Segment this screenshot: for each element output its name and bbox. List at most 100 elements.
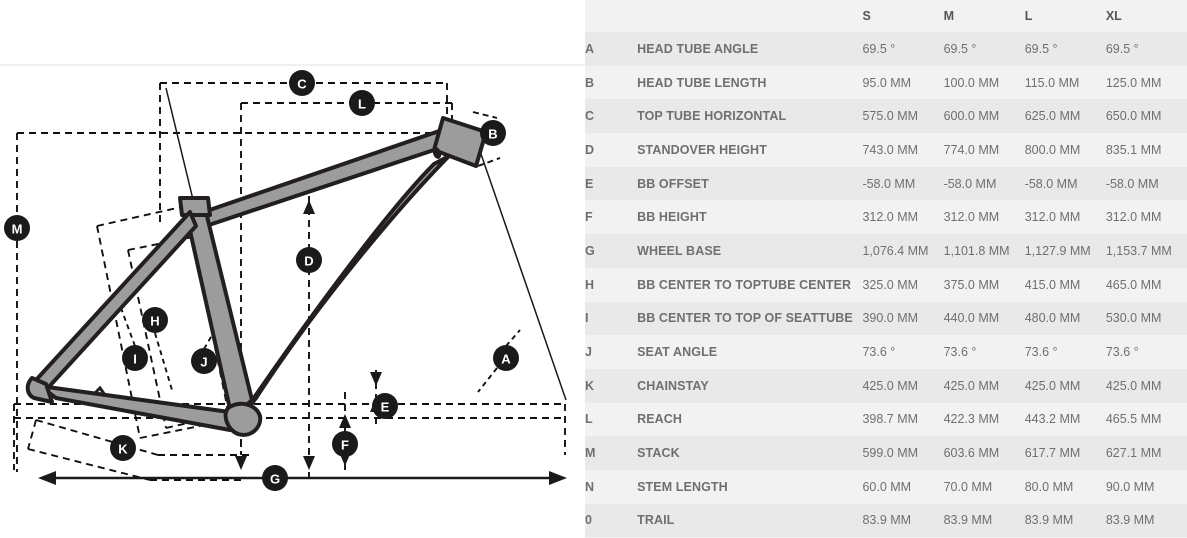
row-value: 603.6 MM — [943, 446, 1000, 461]
row-label: HEAD TUBE LENGTH — [637, 75, 767, 90]
row-value: 599.0 MM — [862, 446, 919, 461]
row-key: I — [585, 311, 589, 326]
row-value: 115.0 MM — [1024, 75, 1080, 90]
row-label: STANDOVER HEIGHT — [637, 142, 767, 157]
row-value: 73.6 ° — [943, 345, 977, 360]
seat-stay — [34, 210, 198, 392]
diagram-label-i: I — [122, 345, 148, 371]
row-value: 312.0 MM — [1024, 210, 1081, 225]
row-value: 800.0 MM — [1024, 142, 1081, 157]
row-key: H — [585, 277, 595, 292]
bottom-bracket-shell — [223, 401, 263, 437]
diagram-label-a: A — [493, 345, 519, 371]
row-value: 312.0 MM — [943, 210, 1000, 225]
header-key-col — [585, 0, 638, 32]
row-value: 83.9 MM — [1024, 513, 1074, 528]
row-key: E — [585, 176, 594, 191]
row-key: 0 — [585, 513, 592, 528]
row-value: 425.0 MM — [1024, 378, 1081, 393]
table-row: G WHEEL BASE 1,076.4 MM 1,101.8 MM 1,127.9 M… — [585, 234, 1187, 268]
header-size-m: M — [943, 0, 1025, 32]
d-arrow-up — [303, 200, 315, 214]
wheelbase-dimension-arrow — [38, 471, 567, 485]
g-tick-mid — [303, 456, 315, 470]
row-value: 530.0 MM — [1105, 311, 1162, 326]
diagram-label-m: M — [4, 215, 30, 241]
row-value: 83.9 MM — [943, 513, 993, 528]
row-key: J — [585, 345, 592, 360]
row-value: 312.0 MM — [862, 210, 919, 225]
row-label: BB CENTER TO TOPTUBE CENTER — [637, 277, 852, 292]
top-tube — [196, 126, 454, 230]
diagram-label-h: H — [142, 307, 168, 333]
f-arrow-up — [339, 414, 351, 428]
row-key: B — [585, 75, 595, 90]
row-value: 398.7 MM — [862, 412, 919, 427]
row-value: 100.0 MM — [943, 75, 1000, 90]
row-value: 617.7 MM — [1024, 446, 1081, 461]
row-key: A — [585, 41, 595, 56]
table-row: K CHAINSTAY 425.0 MM 425.0 MM 425.0 MM 425.0 … — [585, 368, 1187, 403]
diagram-label-d: D — [296, 247, 322, 273]
row-key: L — [585, 412, 593, 427]
seat-tube-axis-line — [165, 87, 197, 213]
badge-label: K — [118, 442, 128, 457]
table-row: J SEAT ANGLE 73.6 ° 73.6 ° 73.6 ° 73.6 ° — [585, 335, 1187, 369]
diagram-label-g: G — [262, 465, 288, 491]
row-value: 390.0 MM — [862, 311, 919, 326]
table-row: B HEAD TUBE LENGTH 95.0 MM 100.0 MM 115.0 MM… — [585, 65, 1187, 100]
row-value: 422.3 MM — [943, 412, 1000, 427]
header-size-s: S — [862, 0, 944, 32]
row-label: REACH — [637, 412, 683, 427]
badge-label: H — [150, 314, 159, 329]
row-value: 415.0 MM — [1024, 277, 1081, 292]
row-value: 625.0 MM — [1024, 109, 1081, 124]
row-value: 83.9 MM — [862, 513, 912, 528]
row-value: 73.6 ° — [1105, 345, 1139, 360]
row-value: 325.0 MM — [862, 277, 919, 292]
diagram-label-c: C — [289, 70, 315, 96]
head-tube-axis-line — [471, 127, 567, 401]
header-size-xl: XL — [1105, 0, 1187, 32]
bicycle-frame-outline — [25, 116, 488, 437]
row-value: 575.0 MM — [862, 109, 919, 124]
badge-label: G — [270, 472, 280, 487]
row-value: 73.6 ° — [1024, 345, 1058, 360]
diagram-label-f: F — [332, 431, 358, 457]
row-value: 70.0 MM — [943, 479, 993, 494]
row-label: CHAINSTAY — [637, 378, 709, 393]
frame-geometry-diagram: A B C D E F G H I J K L M — [0, 0, 585, 538]
geometry-table-pane: S M L XL A HEAD TUBE ANGLE 69.5 ° 69.5 ° 69.… — [585, 0, 1187, 538]
row-value: 73.6 ° — [862, 345, 896, 360]
row-value: -58.0 MM — [862, 176, 916, 191]
seat-collar — [178, 196, 212, 217]
g-tick-left — [235, 456, 247, 470]
table-row: D STANDOVER HEIGHT 743.0 MM 774.0 MM 800.0 M… — [585, 133, 1187, 167]
header-size-l: L — [1024, 0, 1106, 32]
table-header-row: S M L XL — [585, 0, 1187, 32]
geometry-page: ABCDEFGHIJKLM S M L XL A HEAD TUBE ANGLE 6… — [0, 0, 1187, 538]
row-key: D — [585, 142, 595, 157]
row-value: 425.0 MM — [1105, 378, 1162, 393]
badge-label: F — [341, 438, 349, 453]
row-value: 465.5 MM — [1105, 412, 1162, 427]
chain-stay — [38, 384, 246, 432]
row-value: 1,076.4 MM — [862, 243, 929, 258]
row-label: BB OFFSET — [637, 176, 709, 191]
row-label: TRAIL — [637, 513, 675, 528]
row-value: 125.0 MM — [1105, 75, 1162, 90]
row-label: SEAT ANGLE — [637, 345, 718, 360]
badge-label: D — [304, 254, 313, 269]
row-value: 83.9 MM — [1105, 513, 1155, 528]
badge-label: I — [133, 352, 137, 367]
table-row: C TOP TUBE HORIZONTAL 575.0 MM 600.0 MM 625.… — [585, 99, 1187, 134]
row-key: M — [585, 446, 596, 461]
diagram-label-k: K — [110, 435, 136, 461]
row-label: STEM LENGTH — [637, 479, 728, 494]
row-key: K — [585, 378, 595, 393]
table-row: F BB HEIGHT 312.0 MM 312.0 MM 312.0 MM 312.0 … — [585, 200, 1187, 235]
row-label: BB HEIGHT — [637, 210, 707, 225]
row-value: -58.0 MM — [1105, 176, 1159, 191]
row-value: 443.2 MM — [1024, 412, 1081, 427]
row-value: 69.5 ° — [862, 41, 896, 56]
